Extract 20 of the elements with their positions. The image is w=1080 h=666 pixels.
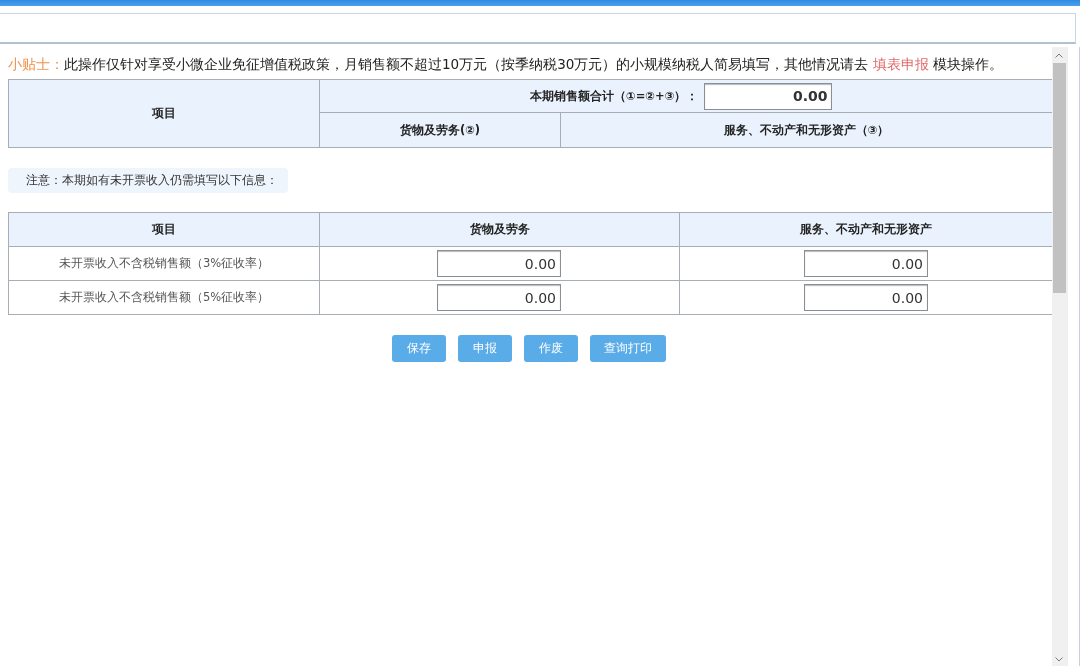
table-header: 项目 xyxy=(8,212,320,247)
goods-amount-field[interactable]: 0.00 xyxy=(437,284,561,311)
table-header: 货物及劳务 xyxy=(319,212,680,247)
scrollbar-thumb[interactable] xyxy=(1053,63,1066,293)
goods-amount-field[interactable]: 0.00 xyxy=(437,250,561,277)
tip-text: 此操作仅针对享受小微企业免征增值税政策，月销售额不超过10万元（按季纳税30万元）的小规模纳税人简易填写，其他情况请去 填表申报 模块操作。 xyxy=(64,56,1003,72)
table-header: 项目 xyxy=(8,79,320,148)
services-amount-field[interactable]: 0.00 xyxy=(804,250,928,277)
table-header: 服务、不动产和无形资产 xyxy=(679,212,1053,247)
table-header: 货物及劳务(②) xyxy=(319,112,561,148)
services-amount-field[interactable]: 0.00 xyxy=(804,284,928,311)
table-header: 服务、不动产和无形资产（③） xyxy=(560,112,1053,148)
scroll-up-icon[interactable] xyxy=(1055,52,1064,58)
notice-text: 注意：本期如有未开票收入仍需填写以下信息： xyxy=(8,168,288,193)
row-label: 未开票收入不含税销售额（3%征收率） xyxy=(8,246,320,281)
scroll-down-icon[interactable] xyxy=(1055,656,1064,662)
total-field[interactable]: 0.00 xyxy=(704,82,833,110)
total-label: 本期销售额合计（①=②+③）： xyxy=(530,88,699,104)
tip-label: 小贴士： xyxy=(8,56,64,72)
row-label: 未开票收入不含税销售额（5%征收率） xyxy=(8,280,320,315)
